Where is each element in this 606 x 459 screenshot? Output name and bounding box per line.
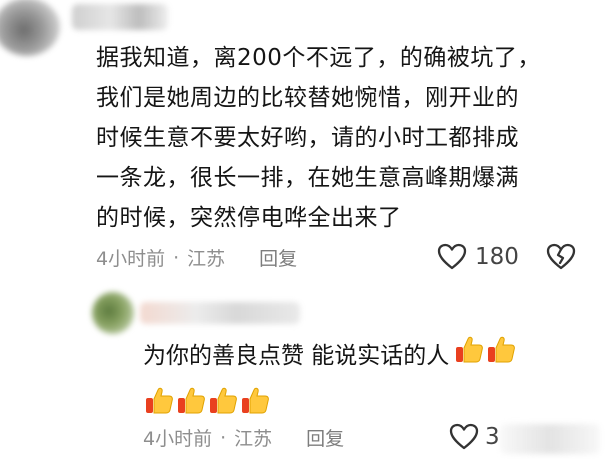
reply-location: 江苏 [234,428,273,450]
reply-time: 4小时前 [143,428,213,450]
reply-avatar[interactable] [92,292,134,334]
heart-outline-icon [437,243,467,270]
comment-line: 时候生意不要太好哟，请的小时工都排成 [96,125,519,151]
dislike-button[interactable] [546,243,576,275]
reply-like-count: 3 [485,424,500,450]
username[interactable] [72,4,168,30]
thumbs-up-emoji [485,333,517,378]
comment-body: 据我知道，离200个不远了，的确被坑了， 我们是她周边的比较替她惋惜，刚开业的 … [96,38,596,238]
thumbs-up-emoji [207,384,239,429]
comment-line: 的时候，突然停电哗全出来了 [96,205,402,231]
comment-line: 我们是她周边的比较替她惋惜，刚开业的 [96,85,519,111]
reply-button[interactable]: 回复 [259,244,297,271]
thumbs-up-emoji [175,384,207,429]
thumbs-up-emoji [453,333,485,378]
reply-reply-button[interactable]: 回复 [306,424,344,451]
reply-meta: 4小时前 · 江苏 回复 [143,424,344,451]
like-button[interactable]: 180 [437,243,519,271]
reply-username[interactable] [140,302,300,324]
separator-dot: · [173,246,180,269]
avatar[interactable] [0,0,60,56]
reply-text: 为你的善良点赞 能说实话的人 [143,342,450,369]
comment-time: 4小时前 [96,248,166,270]
watermark [500,424,600,454]
thumbs-up-emoji [143,384,175,429]
reply-like-button[interactable]: 3 [449,423,500,451]
separator-dot: · [220,426,227,449]
heart-outline-icon [449,423,479,450]
comment-line: 一条龙，很长一排，在她生意高峰期爆满 [96,165,519,191]
reply-body: 为你的善良点赞 能说实话的人 [143,333,583,429]
broken-heart-outline-icon [546,243,576,270]
thumbs-up-emoji [239,384,271,429]
comment-location: 江苏 [187,248,226,270]
comment-line: 据我知道，离200个不远了，的确被坑了， [96,45,541,71]
comment-meta: 4小时前 · 江苏 回复 [96,244,297,271]
like-count: 180 [475,244,519,270]
